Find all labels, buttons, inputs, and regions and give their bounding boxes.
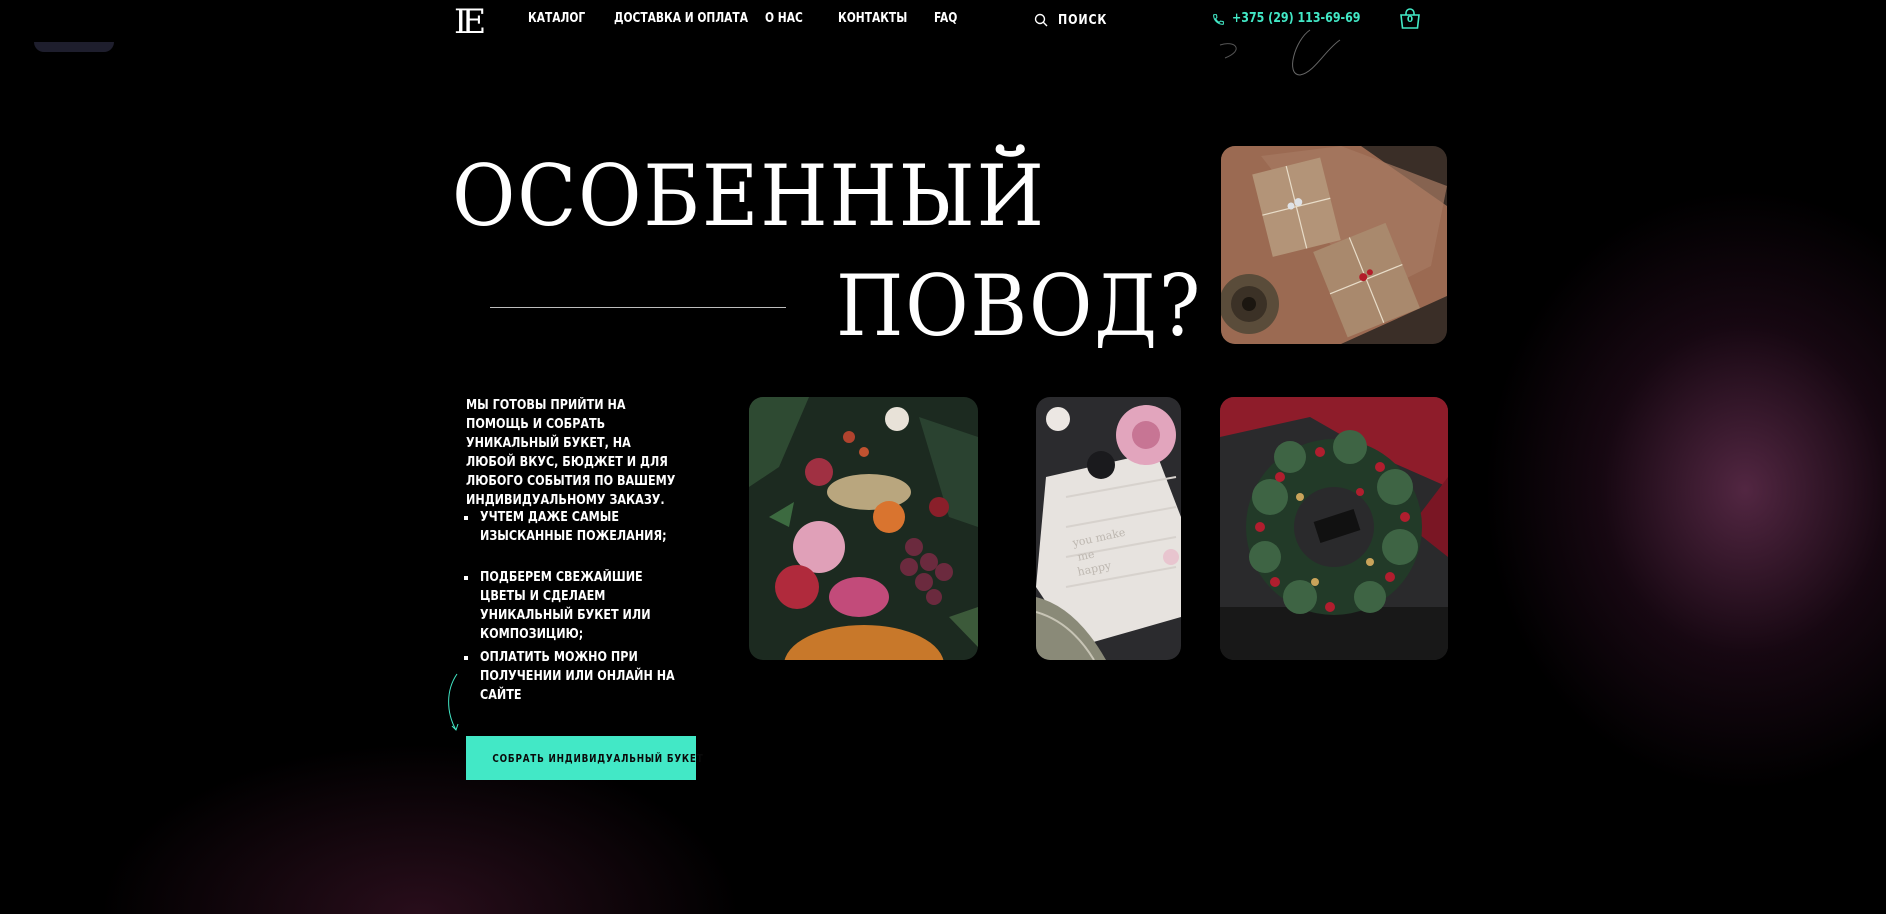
fruit-bouquet-photo [749,397,978,660]
nav-about[interactable]: О НАС [765,11,803,26]
nav-faq[interactable]: FAQ [934,11,957,26]
decorative-swirl [1219,29,1341,76]
search-icon [1034,13,1048,27]
decorative-arrow [448,673,459,731]
site-logo[interactable]: IE [454,1,486,43]
cart-button[interactable]: 0 [1398,7,1422,31]
card-flowers-photo: you make me happy [1036,397,1181,660]
bullet-marker [464,576,468,580]
nav-contacts[interactable]: КОНТАКТЫ [838,11,907,26]
gift-boxes-photo [1221,146,1447,344]
headline-divider [490,307,786,308]
hero-intro-text: МЫ ГОТОВЫ ПРИЙТИ НА ПОМОЩЬ И СОБРАТЬ УНИ… [466,398,676,508]
cart-count-badge: 0 [1406,15,1414,25]
list-item-text: ОПЛАТИТЬ МОЖНО ПРИ ПОЛУЧЕНИИ ИЛИ ОНЛАЙН … [480,650,675,703]
page: IE КАТАЛОГ ДОСТАВКА И ОПЛАТА О НАС КОНТА… [0,0,1886,914]
bullet-marker [464,656,468,660]
nav-delivery-payment[interactable]: ДОСТАВКА И ОПЛАТА [614,11,748,26]
nav-catalog[interactable]: КАТАЛОГ [528,11,585,26]
hero-headline-line1: ОСОБЕННЫЙ [452,147,1046,245]
site-header: IE КАТАЛОГ ДОСТАВКА И ОПЛАТА О НАС КОНТА… [0,0,1886,44]
hero-headline-line2: ПОВОД? [836,257,1203,355]
christmas-wreath-photo [1220,397,1448,660]
bullet-marker [464,516,468,520]
list-item-text: УЧТЕМ ДАЖЕ САМЫЕ ИЗЫСКАННЫЕ ПОЖЕЛАНИЯ; [480,510,667,544]
list-item-text: ПОДБЕРЕМ СВЕЖАЙШИЕ ЦВЕТЫ И СДЕЛАЕМ УНИКА… [480,570,651,642]
custom-bouquet-button-label: СОБРАТЬ ИНДИВИДУАЛЬНЫЙ БУКЕТ [492,751,704,765]
search-label: ПОИСК [1058,13,1108,28]
custom-bouquet-button[interactable]: СОБРАТЬ ИНДИВИДУАЛЬНЫЙ БУКЕТ [466,736,703,780]
